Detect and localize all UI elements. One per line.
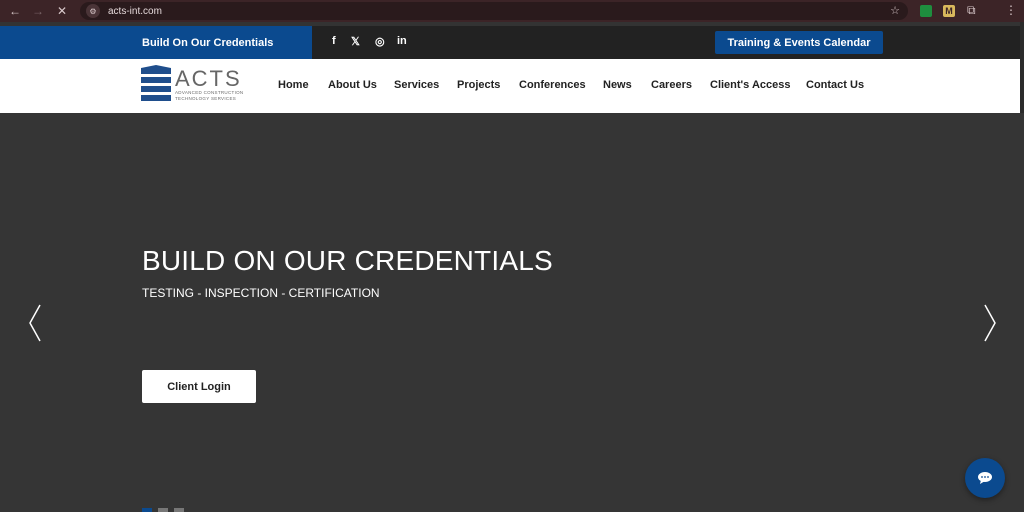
nav-about-us[interactable]: About Us [328,79,377,91]
top-bar: Build On Our Credentials f 𝕏 ◎ in Traini… [0,26,1020,59]
logo-subtitle: ADVANCED CONSTRUCTION TECHNOLOGY SERVICE… [175,90,243,102]
chat-bubble-icon[interactable] [965,458,1005,498]
hero-slider: BUILD ON OUR CREDENTIALS TESTING - INSPE… [0,113,1024,512]
hero-title: BUILD ON OUR CREDENTIALS [142,245,553,276]
url-text[interactable]: acts-int.com [108,6,162,17]
slider-dot[interactable] [158,508,168,512]
nav-news[interactable]: News [603,79,632,91]
extensions-puzzle-icon[interactable]: ⧉ [967,3,976,18]
linkedin-icon[interactable]: in [397,35,407,47]
back-icon[interactable]: ← [4,0,26,22]
nav-projects[interactable]: Projects [457,79,500,91]
main-navbar: ACTS ADVANCED CONSTRUCTION TECHNOLOGY SE… [0,59,1020,113]
hero-subtitle: TESTING - INSPECTION - CERTIFICATION [142,286,380,300]
nav-careers[interactable]: Careers [651,79,692,91]
bookmark-star-icon[interactable]: ☆ [890,4,900,17]
stop-icon[interactable]: ✕ [51,0,73,22]
nav-services[interactable]: Services [394,79,439,91]
chat-glyph-icon [978,472,992,484]
nav-contact-us[interactable]: Contact Us [806,79,864,91]
address-bar[interactable]: ⚙ acts-int.com ☆ [80,2,908,20]
nav-home[interactable]: Home [278,79,309,91]
logo-wordmark: ACTS [175,66,242,91]
client-login-button[interactable]: Client Login [142,370,256,403]
browser-menu-icon[interactable]: ⋮ [1005,3,1017,17]
chevron-left-icon[interactable] [26,301,46,345]
extension-gold-icon[interactable]: M [943,5,955,17]
nav-clients-access[interactable]: Client's Access [710,79,790,91]
facebook-icon[interactable]: f [332,35,336,47]
site-info-icon[interactable]: ⚙ [86,4,100,18]
training-events-calendar-button[interactable]: Training & Events Calendar [715,31,883,54]
instagram-icon[interactable]: ◎ [375,35,385,48]
logo-subtitle-line2: TECHNOLOGY SERVICES [175,96,237,101]
extension-green-icon[interactable] [920,5,932,17]
forward-icon[interactable]: → [27,0,49,22]
nav-conferences[interactable]: Conferences [519,79,586,91]
nav-active-indicator [278,52,308,54]
chevron-right-icon[interactable] [979,301,999,345]
tagline: Build On Our Credentials [142,37,274,49]
logo-stripes-icon [141,65,171,101]
slider-dot[interactable] [142,508,152,512]
x-twitter-icon[interactable]: 𝕏 [351,35,360,48]
slider-dots [142,508,184,512]
acts-logo[interactable]: ACTS ADVANCED CONSTRUCTION TECHNOLOGY SE… [141,65,251,105]
browser-toolbar: ← → ✕ ⚙ acts-int.com ☆ M ⧉ ⋮ [0,0,1024,22]
slider-dot[interactable] [174,508,184,512]
